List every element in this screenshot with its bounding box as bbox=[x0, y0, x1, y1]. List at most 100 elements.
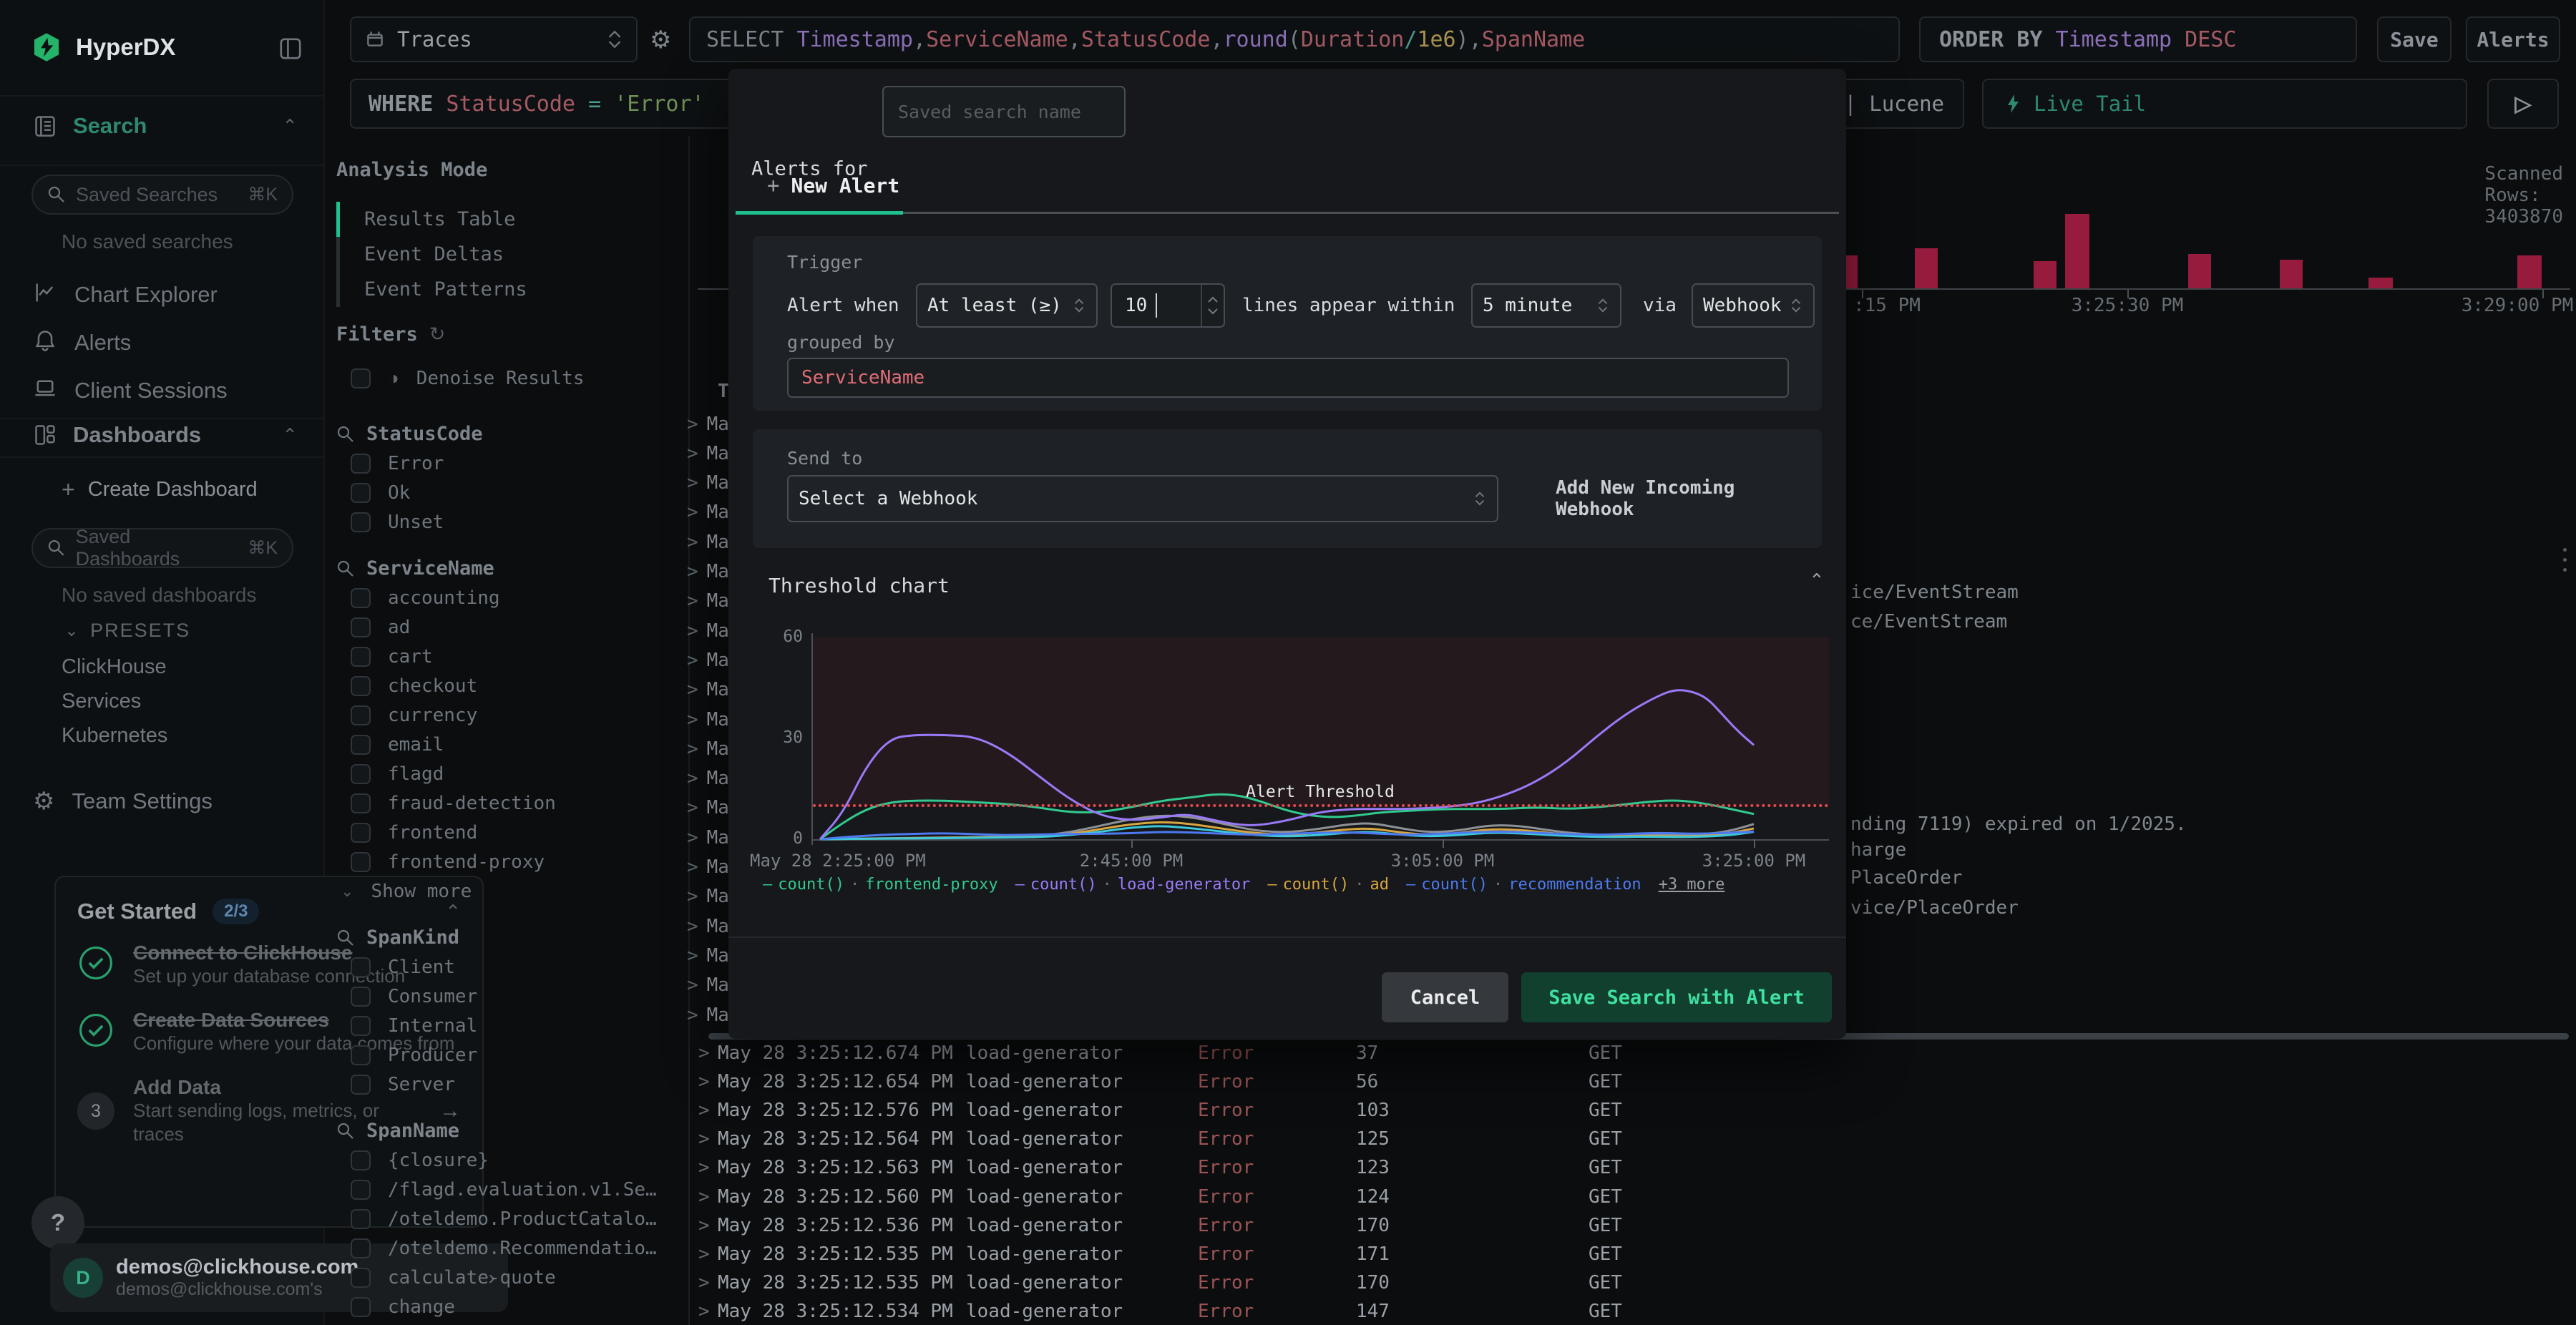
filter-checkbox[interactable] bbox=[351, 512, 371, 532]
filter-option[interactable]: /flagd.evaluation.v1.Se… bbox=[336, 1175, 680, 1204]
filter-checkbox[interactable] bbox=[351, 1150, 371, 1170]
filter-checkbox[interactable] bbox=[351, 734, 371, 755]
filter-option[interactable]: ad bbox=[336, 612, 680, 642]
filter-option[interactable]: {closure} bbox=[336, 1145, 680, 1175]
select-clause-input[interactable]: SELECT Timestamp,ServiceName,StatusCode,… bbox=[689, 16, 1900, 62]
chevron-up-icon[interactable]: ⌃ bbox=[282, 424, 298, 446]
legend-item-load-generator[interactable]: — count() · load-generator bbox=[1015, 876, 1251, 894]
filter-checkbox[interactable] bbox=[351, 675, 371, 696]
table-row[interactable]: > May 28 3:25:12.564 PM load-generator Erro… bbox=[687, 1124, 2576, 1153]
filter-checkbox[interactable] bbox=[351, 822, 371, 843]
filter-option[interactable]: calculate-quote bbox=[336, 1263, 680, 1292]
number-stepper[interactable] bbox=[1201, 285, 1224, 326]
analysis-mode-results-table[interactable]: Results Table bbox=[336, 202, 665, 237]
table-row[interactable]: > May 28 3:25:12.535 PM load-generator Erro… bbox=[687, 1239, 2576, 1268]
alerts-button[interactable]: Alerts bbox=[2466, 16, 2560, 62]
filter-checkbox[interactable] bbox=[351, 957, 371, 977]
filter-checkbox[interactable] bbox=[351, 1267, 371, 1288]
sidebar-item-search[interactable]: Search ⌃ bbox=[33, 113, 298, 139]
webhook-select[interactable]: Select a Webhook bbox=[787, 475, 1498, 522]
play-button[interactable]: ▷ bbox=[2487, 79, 2559, 129]
collapse-sidebar-icon[interactable] bbox=[278, 36, 303, 62]
filter-checkbox[interactable] bbox=[351, 851, 371, 872]
saved-dashboards-input[interactable]: Saved Dashboards ⌘K bbox=[31, 526, 293, 569]
live-tail-button[interactable]: Live Tail bbox=[1982, 79, 2467, 129]
filter-option[interactable]: frontend bbox=[336, 818, 680, 847]
comparator-select[interactable]: At least (≥) bbox=[916, 283, 1098, 328]
filter-checkbox[interactable] bbox=[351, 1296, 371, 1317]
chevron-up-icon[interactable]: ⌃ bbox=[282, 115, 298, 137]
tab-new-alert[interactable]: + New Alert bbox=[767, 173, 899, 197]
filter-option[interactable]: Consumer bbox=[336, 982, 680, 1011]
create-dashboard-button[interactable]: + Create Dashboard bbox=[62, 476, 258, 503]
table-row[interactable]: > May 28 3:25:12.560 PM load-generator Erro… bbox=[687, 1182, 2576, 1211]
filter-option[interactable]: flagd bbox=[336, 759, 680, 788]
filter-option[interactable]: frontend-proxy bbox=[336, 847, 680, 876]
saved-search-name-input[interactable]: Saved search name bbox=[882, 86, 1126, 137]
preset-dashboard-services[interactable]: Services bbox=[62, 684, 305, 718]
sidebar-item-alerts[interactable]: Alerts bbox=[33, 318, 299, 366]
add-webhook-button[interactable]: Add New Incoming Webhook bbox=[1556, 475, 1822, 522]
threshold-value-input[interactable]: 10 bbox=[1111, 283, 1225, 328]
legend-item-frontend-proxy[interactable]: — count() · frontend-proxy bbox=[763, 876, 998, 894]
filter-option[interactable]: Ok bbox=[336, 478, 680, 507]
filter-option[interactable]: Error bbox=[336, 449, 680, 478]
saved-searches-input[interactable]: Saved Searches ⌘K bbox=[31, 175, 293, 215]
filter-option[interactable]: cart bbox=[336, 642, 680, 671]
channel-select[interactable]: Webhook bbox=[1692, 283, 1815, 328]
filter-checkbox[interactable] bbox=[351, 617, 371, 637]
filter-checkbox[interactable] bbox=[351, 1045, 371, 1065]
table-row[interactable]: > May 28 3:25:12.534 PM load-generator Erro… bbox=[687, 1296, 2576, 1325]
filter-checkbox[interactable] bbox=[351, 1238, 371, 1258]
filter-option[interactable]: Producer bbox=[336, 1040, 680, 1070]
filter-checkbox[interactable] bbox=[351, 705, 371, 725]
filter-option[interactable]: change bbox=[336, 1292, 680, 1321]
source-settings-gear-icon[interactable]: ⚙ bbox=[650, 26, 671, 54]
table-row[interactable]: > May 28 3:25:12.563 PM load-generator Erro… bbox=[687, 1153, 2576, 1181]
filter-option[interactable]: currency bbox=[336, 700, 680, 730]
filter-option[interactable]: email bbox=[336, 730, 680, 759]
preset-dashboard-clickhouse[interactable]: ClickHouse bbox=[62, 650, 305, 684]
sidebar-item-team-settings[interactable]: ⚙ Team Settings bbox=[33, 787, 213, 816]
filter-checkbox[interactable] bbox=[351, 587, 371, 608]
filter-group-header[interactable]: ServiceName bbox=[336, 554, 680, 583]
legend-more-button[interactable]: +3 more bbox=[1659, 876, 1725, 894]
show-more-toggle[interactable]: ⌄ Show more bbox=[336, 876, 680, 906]
sidebar-item-dashboards[interactable]: Dashboards ⌃ bbox=[33, 414, 298, 456]
sidebar-item-client-sessions[interactable]: Client Sessions bbox=[33, 366, 299, 414]
table-row[interactable]: > May 28 3:25:12.535 PM load-generator Erro… bbox=[687, 1268, 2576, 1296]
preset-dashboard-kubernetes[interactable]: Kubernetes bbox=[62, 718, 305, 753]
denoise-results-row[interactable]: ◑ Denoise Results bbox=[336, 363, 665, 393]
filter-checkbox[interactable] bbox=[351, 793, 371, 813]
logo[interactable]: HyperDX bbox=[31, 31, 175, 63]
source-select[interactable]: Traces bbox=[350, 16, 638, 62]
filter-option[interactable]: Server bbox=[336, 1070, 680, 1099]
legend-item-recommendation[interactable]: — count() · recommendation bbox=[1406, 876, 1641, 894]
filter-option[interactable]: Internal bbox=[336, 1011, 680, 1040]
filter-option[interactable]: /oteldemo.Recommendatio… bbox=[336, 1233, 680, 1263]
orderby-clause-input[interactable]: ORDER BY Timestamp DESC bbox=[1919, 16, 2357, 62]
filter-option[interactable]: fraud-detection bbox=[336, 788, 680, 818]
denoise-checkbox[interactable] bbox=[351, 368, 371, 388]
filter-option[interactable]: accounting bbox=[336, 583, 680, 612]
cancel-button[interactable]: Cancel bbox=[1382, 972, 1508, 1022]
filter-checkbox[interactable] bbox=[351, 453, 371, 474]
filter-option[interactable]: Client bbox=[336, 952, 680, 982]
filter-checkbox[interactable] bbox=[351, 646, 371, 667]
filter-option[interactable]: Unset bbox=[336, 507, 680, 537]
help-button[interactable]: ? bbox=[31, 1196, 84, 1249]
analysis-mode-event-deltas[interactable]: Event Deltas bbox=[336, 237, 665, 272]
collapse-chart-icon[interactable]: ⌃ bbox=[1809, 569, 1825, 592]
filter-group-header[interactable]: StatusCode bbox=[336, 419, 680, 449]
grouped-by-input[interactable]: ServiceName bbox=[787, 358, 1789, 398]
filter-checkbox[interactable] bbox=[351, 1074, 371, 1095]
refresh-icon[interactable]: ↻ bbox=[429, 323, 446, 346]
save-button[interactable]: Save bbox=[2377, 16, 2451, 62]
kebab-menu-icon[interactable] bbox=[2563, 548, 2567, 572]
analysis-mode-event-patterns[interactable]: Event Patterns bbox=[336, 272, 665, 307]
filter-option[interactable]: checkout bbox=[336, 671, 680, 700]
filter-checkbox[interactable] bbox=[351, 1208, 371, 1229]
filter-checkbox[interactable] bbox=[351, 1179, 371, 1200]
filter-group-header[interactable]: SpanName bbox=[336, 1116, 680, 1145]
filter-group-header[interactable]: SpanKind bbox=[336, 923, 680, 952]
